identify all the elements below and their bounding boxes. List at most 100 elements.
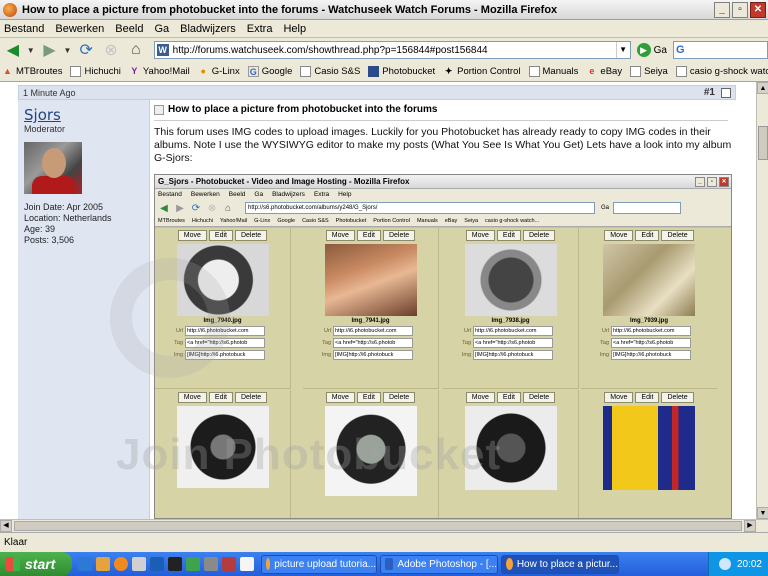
start-button[interactable]: start — [0, 552, 72, 576]
location: Location: Netherlands — [24, 213, 112, 223]
edit-button: Edit — [356, 392, 381, 403]
firefox-icon — [266, 558, 271, 570]
embedded-screenshot[interactable]: G_Sjors - Photobucket - Video and Image … — [154, 174, 732, 519]
app-icon[interactable] — [132, 557, 146, 571]
window-titlebar: How to place a picture from photobucket … — [0, 0, 768, 20]
bookmark-item[interactable]: Manuals — [528, 66, 578, 77]
bookmark-item[interactable]: G Google — [247, 66, 292, 77]
ie-icon[interactable] — [78, 557, 92, 571]
bookmark-item[interactable]: ● G-Linx — [198, 66, 240, 77]
app-icon[interactable] — [186, 557, 200, 571]
photo-filename: Img_7939.jpg — [629, 318, 668, 324]
bookmark-item[interactable]: Y Yahoo!Mail — [129, 66, 189, 77]
reload-icon[interactable]: ⟳ — [75, 40, 97, 60]
scroll-up-icon[interactable]: ▲ — [757, 82, 768, 94]
avatar[interactable] — [24, 142, 82, 194]
embedded-bookmarks: MTBroutes Hichuchi Yahoo!Mail G-Linx Goo… — [155, 216, 731, 227]
menu-help[interactable]: Help — [283, 23, 306, 35]
home-icon: ⌂ — [224, 202, 232, 214]
clock[interactable]: 20:02 — [737, 559, 762, 570]
page-icon — [70, 66, 82, 77]
edit-button: Edit — [496, 392, 521, 403]
bookmark-item[interactable]: e eBay — [586, 66, 622, 77]
back-arrow-icon[interactable]: ◀ — [2, 40, 24, 60]
page-icon — [528, 66, 540, 77]
forward-dropdown-icon[interactable]: ▼ — [63, 46, 71, 55]
app-icon[interactable] — [150, 557, 164, 571]
bookmark-item[interactable]: ▲ MTBroutes — [2, 66, 62, 77]
album-cell: Move Edit Delete — [581, 390, 717, 518]
delete-button: Delete — [661, 392, 694, 403]
bookmark-item[interactable]: Hichuchi — [70, 66, 121, 77]
search-input[interactable]: G — [672, 41, 768, 59]
menu-beeld[interactable]: Beeld — [115, 23, 143, 35]
bookmark-item[interactable]: casio g-shock watch... — [675, 66, 768, 77]
bookmark-item[interactable]: Seiya — [630, 66, 668, 77]
bookmark-item[interactable]: Casio S&S — [300, 66, 360, 77]
delete-button: Delete — [234, 392, 268, 403]
taskbar-item[interactable]: Adobe Photoshop - [... — [380, 554, 498, 574]
menu-bestand[interactable]: Bestand — [4, 23, 44, 35]
menu-bladwijzers[interactable]: Bladwijzers — [180, 23, 236, 35]
go-label: Ga — [653, 44, 667, 56]
forward-arrow-icon[interactable]: ▶ — [39, 40, 61, 60]
tray-icon[interactable] — [718, 558, 731, 570]
menu-extra[interactable]: Extra — [247, 23, 273, 35]
taskbar-item-active[interactable]: How to place a pictur... — [501, 554, 619, 574]
firefox-icon — [3, 2, 17, 17]
url-text[interactable]: http://forums.watchuseek.com/showthread.… — [173, 45, 616, 56]
username-link[interactable]: Sjors — [24, 106, 61, 124]
album-cell: Move Edit Delete Img_7938.jpg Url http://i6… — [443, 228, 579, 389]
delete-button: Delete — [661, 230, 694, 241]
folder-icon[interactable] — [96, 557, 110, 571]
title-divider — [154, 120, 728, 121]
go-button[interactable]: ▶ Ga — [636, 43, 667, 57]
close-button[interactable]: ✕ — [750, 1, 766, 18]
post-time: 1 Minute Ago — [23, 87, 76, 98]
bookmark-item[interactable]: ✦ Portion Control — [443, 66, 521, 77]
minimize-button[interactable]: _ — [714, 1, 730, 18]
photoshop-icon — [385, 558, 394, 570]
post-select-checkbox[interactable] — [721, 87, 731, 98]
horizontal-scrollbar[interactable]: ◀ ▶ — [0, 519, 768, 532]
stop-icon[interactable]: ⊗ — [100, 40, 122, 60]
app-icon[interactable] — [204, 557, 218, 571]
post-title: How to place a picture from photobucket … — [154, 104, 437, 115]
address-bar[interactable]: W http://forums.watchuseek.com/showthrea… — [153, 41, 631, 59]
person-photo — [324, 244, 417, 316]
move-button: Move — [325, 230, 355, 241]
scroll-left-icon[interactable]: ◀ — [0, 520, 12, 532]
watch-back-photo — [176, 244, 269, 316]
album-cell: Move Edit Delete — [155, 390, 291, 518]
page-content: 1 Minute Ago #1 Sjors Moderator Join Dat… — [0, 82, 756, 519]
menu-ga[interactable]: Ga — [154, 23, 169, 35]
watch-case-photo — [464, 244, 557, 316]
home-icon[interactable]: ⌂ — [125, 40, 147, 60]
album-cell: Move Edit Delete — [303, 390, 439, 518]
menu-bewerken[interactable]: Bewerken — [55, 23, 104, 35]
horizontal-scroll-thumb[interactable] — [14, 521, 742, 531]
site-favicon-icon: W — [156, 44, 169, 56]
back-dropdown-icon[interactable]: ▼ — [27, 46, 35, 55]
app-icon[interactable] — [168, 557, 182, 571]
user-title: Moderator — [24, 124, 66, 134]
photo-filename: Img_7941.jpg — [351, 318, 390, 324]
taskbar-item[interactable]: picture upload tutoria... — [261, 554, 377, 574]
bookmark-item[interactable]: Photobucket — [368, 66, 435, 77]
maximize-button[interactable]: ▫ — [732, 1, 748, 18]
post-icon — [154, 104, 164, 115]
move-button: Move — [177, 392, 207, 403]
app-icon[interactable] — [222, 557, 236, 571]
firefox-icon[interactable] — [114, 557, 128, 571]
vertical-scrollbar[interactable]: ▲ ▼ — [756, 82, 768, 519]
scroll-down-icon[interactable]: ▼ — [757, 507, 768, 519]
url-dropdown-icon[interactable]: ▼ — [615, 42, 630, 58]
join-date: Join Date: Apr 2005 — [24, 202, 104, 212]
post-number-link[interactable]: #1 — [704, 87, 715, 98]
app-icon[interactable] — [240, 557, 254, 571]
ebay-icon: e — [589, 66, 595, 76]
scroll-thumb[interactable] — [758, 126, 768, 160]
scroll-right-icon[interactable]: ▶ — [744, 520, 756, 532]
edit-button: Edit — [208, 392, 233, 403]
page-icon — [675, 66, 687, 77]
